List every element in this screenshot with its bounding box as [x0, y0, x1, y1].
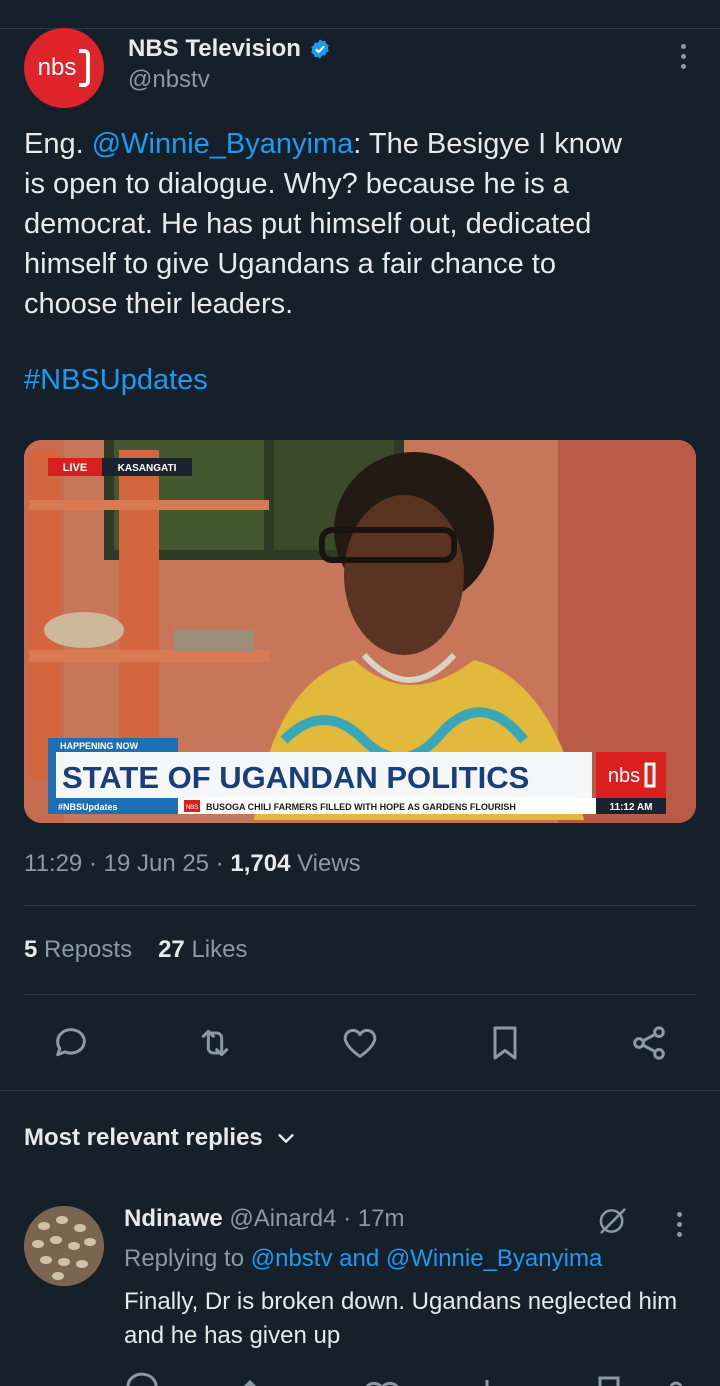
happening-now-label: HAPPENING NOW	[60, 741, 139, 751]
reply-views-icon[interactable]	[480, 1380, 494, 1386]
reply-repost-icon[interactable]	[243, 1379, 274, 1386]
engagement-stats: 5 Reposts 27 Likes	[24, 936, 247, 964]
divider	[24, 994, 696, 995]
replying-to: Replying to @nbstv and @Winnie_Byanyima	[124, 1245, 603, 1272]
reply-action-bar: 10	[124, 1366, 694, 1386]
repost-icon	[201, 1029, 229, 1057]
reply-header: Ndinawe @Ainard4 · 17m	[124, 1205, 405, 1232]
author-handle[interactable]: @nbstv	[128, 66, 210, 94]
reply-views-count: 10	[508, 1382, 532, 1386]
bookmark-button[interactable]	[482, 1020, 528, 1066]
reply-text: Finally, Dr is broken down. Ugandans neg…	[124, 1288, 678, 1349]
reply-icon	[56, 1028, 86, 1057]
author-name-text[interactable]: NBS Television	[128, 35, 301, 63]
ticker-text: BUSOGA CHILI FARMERS FILLED WITH HOPE AS…	[206, 802, 516, 812]
likes-stat[interactable]: 27 Likes	[158, 936, 247, 964]
chevron-down-icon	[278, 1134, 294, 1143]
reply-bookmark-icon[interactable]	[598, 1376, 620, 1386]
ticker-badge: NBS	[186, 805, 198, 811]
top-divider	[0, 28, 720, 29]
tweet-media-image[interactable]: LIVE KASANGATI HAPPENING NOW STATE OF UG…	[24, 440, 696, 823]
section-divider	[0, 1090, 720, 1091]
views-count: 1,704	[230, 850, 291, 877]
reply-more-icon[interactable]	[674, 1212, 684, 1242]
nbs-logo: nbs	[38, 49, 91, 87]
tweet-text: Eng. @Winnie_Byanyima: The Besigye I kno…	[24, 128, 622, 320]
reply-author-name[interactable]: Ndinawe	[124, 1205, 223, 1232]
headline: STATE OF UGANDAN POLITICS	[62, 760, 529, 795]
verified-badge-icon	[311, 39, 329, 59]
live-label: LIVE	[63, 462, 87, 474]
reply-button[interactable]	[48, 1020, 94, 1066]
reply-age[interactable]: 17m	[358, 1205, 405, 1232]
replying-to-links[interactable]: @nbstv and @Winnie_Byanyima	[251, 1245, 603, 1272]
action-bar	[24, 1020, 696, 1066]
share-icon	[633, 1026, 665, 1060]
author-avatar[interactable]: nbs	[24, 28, 104, 108]
reply-reply-icon[interactable]	[126, 1372, 158, 1386]
media-clock: 11:12 AM	[610, 802, 653, 813]
ticker-tag: #NBSUpdates	[58, 802, 118, 812]
hashtag-link[interactable]: #NBSUpdates	[24, 364, 208, 397]
location-label: KASANGATI	[118, 463, 177, 474]
tweet-timestamp[interactable]: 11:29 · 19 Jun 25 · 1,704 Views	[24, 850, 361, 878]
reply-avatar[interactable]	[24, 1206, 104, 1286]
replies-sort-toggle[interactable]: Most relevant replies	[24, 1124, 297, 1152]
bookmark-icon	[493, 1026, 517, 1060]
mention-link[interactable]: @Winnie_Byanyima	[92, 128, 354, 160]
more-icon[interactable]	[678, 44, 688, 74]
like-icon	[343, 1028, 377, 1058]
author-name[interactable]: NBS Television	[128, 35, 331, 63]
repost-button[interactable]	[192, 1020, 238, 1066]
like-button[interactable]	[337, 1020, 383, 1066]
replies-header-label: Most relevant replies	[24, 1124, 263, 1151]
divider	[24, 905, 696, 906]
reposts-stat[interactable]: 5 Reposts	[24, 936, 132, 964]
reply-author-handle[interactable]: @Ainard4	[229, 1205, 336, 1232]
share-button[interactable]	[626, 1020, 672, 1066]
nbs-media-logo: nbs	[608, 765, 640, 787]
grok-icon[interactable]	[596, 1204, 630, 1238]
